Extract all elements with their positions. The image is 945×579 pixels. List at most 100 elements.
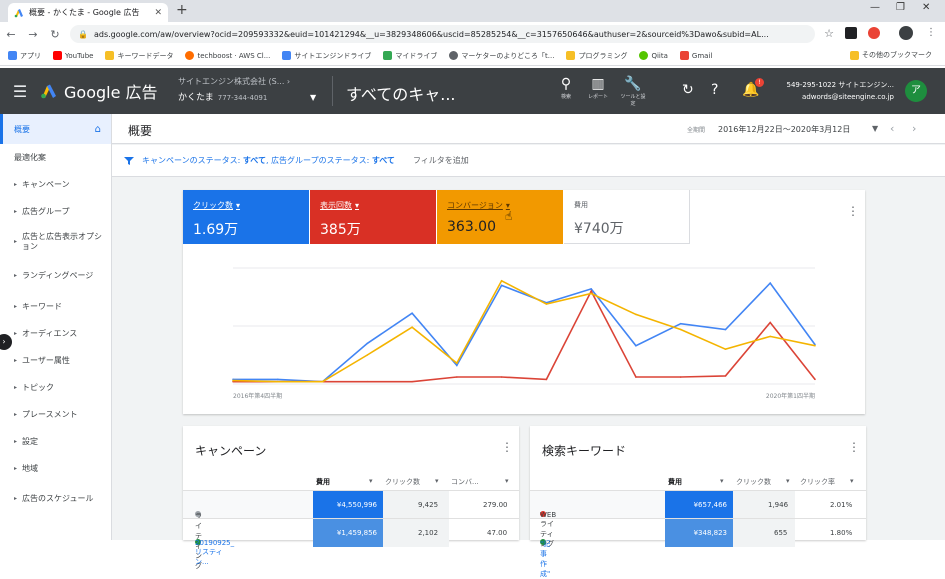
col-clicks[interactable]: クリック数 <box>385 477 420 487</box>
bookmark-keyword[interactable]: キーワードデータ <box>105 51 173 61</box>
prev-period-icon[interactable]: ‹ <box>890 122 894 135</box>
date-range-picker[interactable]: 2016年12月22日～2020年3月12日 <box>718 124 850 135</box>
hamburger-menu-icon[interactable]: ☰ <box>0 82 40 101</box>
profile-icon[interactable] <box>899 26 913 40</box>
account-caret-icon[interactable]: ▼ <box>310 93 316 102</box>
sort-icon[interactable]: ▾ <box>505 477 509 485</box>
sidebar-item-campaigns[interactable]: ▸ キャンペーン <box>0 171 111 198</box>
lock-icon[interactable]: 🔒 <box>78 30 88 39</box>
data-point <box>500 279 503 282</box>
sort-icon[interactable]: ▾ <box>850 477 854 485</box>
bookmark-youtube[interactable]: YouTube <box>53 51 93 60</box>
techboost-icon <box>185 51 195 60</box>
sidebar-item-adgroups[interactable]: ▸ 広告グループ <box>0 198 111 225</box>
tools-settings[interactable]: 🔧 ツールと設定 <box>619 76 647 107</box>
address-bar-row: ← → ↻ 🔒 ads.google.com/aw/overview?ocid=… <box>0 22 945 46</box>
refresh-icon[interactable]: ↻ <box>682 82 694 98</box>
sidebar-item-keywords[interactable]: ▸ キーワード <box>0 293 111 320</box>
table-row[interactable]: "記事 作成" ¥348,823 655 1.80% <box>530 518 866 578</box>
col-ctr[interactable]: クリック率 <box>800 477 835 487</box>
bookmark-marketer[interactable]: マーケターのよりどころ「t... <box>449 51 554 61</box>
metric-cost[interactable]: 費用 ¥740万 <box>564 190 690 244</box>
account-switcher[interactable]: サイトエンジン株式会社 (S... › かくたま 777-344-4091 <box>178 76 290 103</box>
extension-record-icon[interactable] <box>868 27 880 39</box>
bookmark-gmail[interactable]: Gmail <box>679 51 712 60</box>
maximize-icon[interactable]: ❐ <box>896 2 905 13</box>
wrench-icon: 🔧 <box>624 76 642 92</box>
bookmark-techboost[interactable]: techboost · AWS Cl... <box>185 51 270 60</box>
metric-clicks[interactable]: クリック数 ▾ 1.69万 <box>183 190 309 244</box>
tab-title: 概要 - かくたま - Google 広告 <box>29 8 140 17</box>
star-icon[interactable]: ☆ <box>818 27 840 40</box>
report-tool[interactable]: ▥ レポート <box>584 76 612 100</box>
sidebar-item-placements[interactable]: ▸ プレースメント <box>0 401 111 428</box>
new-tab-icon[interactable]: + <box>176 2 188 18</box>
sort-icon[interactable]: ▾ <box>435 477 439 485</box>
bookmark-mydrive[interactable]: マイドライブ <box>383 51 437 61</box>
col-conv[interactable]: コンバ... <box>451 477 479 487</box>
add-filter-button[interactable]: フィルタを追加 <box>413 155 469 166</box>
extension-icon[interactable] <box>845 27 857 39</box>
sidebar-item-topics[interactable]: ▸ トピック <box>0 374 111 401</box>
sidebar-item-ad-schedule[interactable]: ▸ 広告のスケジュール <box>0 482 111 516</box>
filter-icon[interactable] <box>124 156 134 166</box>
sort-icon[interactable]: ▾ <box>786 477 790 485</box>
clicks-cell: 9,425 <box>418 501 439 509</box>
close-tab-icon[interactable]: ✕ <box>154 8 162 18</box>
sidebar-item-landing-pages[interactable]: ▸ ランディングページ <box>0 259 111 293</box>
forward-icon[interactable]: → <box>22 28 44 41</box>
date-caret-icon[interactable]: ▼ <box>872 124 878 133</box>
metric-impressions[interactable]: 表示回数 ▾ 385万 <box>310 190 436 244</box>
sort-icon[interactable]: ▾ <box>369 477 373 485</box>
bookmark-apps[interactable]: アプリ <box>8 51 41 61</box>
search-tool[interactable]: ⚲ 検索 <box>552 76 580 100</box>
avatar[interactable]: ア <box>905 80 927 102</box>
row-bg <box>183 491 313 519</box>
sidebar-item-recommendations[interactable]: 最適化案 <box>0 144 111 171</box>
help-icon[interactable]: ? <box>711 82 718 98</box>
filter-status[interactable]: キャンペーンのステータス: すべて, 広告グループのステータス: すべて <box>142 155 395 166</box>
data-point <box>276 378 279 381</box>
minimize-icon[interactable]: — <box>870 2 880 13</box>
google-ads-logo[interactable]: Google 広告 <box>40 79 158 103</box>
close-window-icon[interactable]: ✕ <box>922 2 930 13</box>
drive-icon <box>282 51 292 60</box>
user-info[interactable]: 549-295-1022 サイトエンジン... adwords@siteengi… <box>768 80 895 101</box>
series-line-0 <box>233 281 816 383</box>
bookmark-qiita[interactable]: Qiita <box>639 51 668 60</box>
sort-icon[interactable]: ▾ <box>720 477 724 485</box>
more-vert-icon[interactable]: ⋮ <box>501 440 513 454</box>
next-period-icon[interactable]: › <box>912 122 916 135</box>
table-row[interactable]: WEB ライティング ¥657,466 1,946 2.01% <box>530 490 866 548</box>
metric-conversions[interactable]: コンバージョン ▾ 363.00 <box>437 190 563 244</box>
table-row[interactable]: 20190925_リスティン... ¥1,459,856 2,102 47.00 <box>183 518 519 566</box>
bookmark-drive-company[interactable]: サイトエンジンドライブ <box>282 51 371 61</box>
main-content: 概要 全期間 2016年12月22日～2020年3月12日 ▼ ‹ › キャンペ… <box>112 114 945 578</box>
table-row[interactable]: ライティング ¥4,550,996 9,425 279.00 <box>183 490 519 570</box>
data-point <box>590 290 592 292</box>
sidebar-item-overview[interactable]: 概要 ⌂ <box>0 114 111 144</box>
sidebar-item-locations[interactable]: ▸ 地域 <box>0 455 111 482</box>
col-cost[interactable]: 費用 <box>316 477 330 487</box>
more-vert-icon[interactable]: ⋮ <box>847 204 859 218</box>
sidebar-item-demographics[interactable]: ▸ ユーザー属性 <box>0 347 111 374</box>
col-cost[interactable]: 費用 <box>668 477 682 487</box>
col-clicks[interactable]: クリック数 <box>736 477 771 487</box>
bookmark-other[interactable]: その他のブックマーク <box>850 50 932 60</box>
sidebar-item-ads-extensions[interactable]: ▸ 広告と広告表示オプション <box>0 225 111 259</box>
more-vert-icon[interactable]: ⋮ <box>848 440 860 454</box>
back-icon[interactable]: ← <box>0 28 22 41</box>
filter-bar: キャンペーンのステータス: すべて, 広告グループのステータス: すべて フィル… <box>112 145 945 177</box>
bookmark-programming[interactable]: プログラミング <box>566 51 627 61</box>
browser-tab[interactable]: 概要 - かくたま - Google 広告 ✕ <box>8 3 168 22</box>
sidebar-item-audiences[interactable]: ▸ オーディエンス <box>0 320 111 347</box>
reload-icon[interactable]: ↻ <box>44 28 66 41</box>
sidebar-item-settings[interactable]: ▸ 設定 <box>0 428 111 455</box>
keywords-table: 費用 ▾ クリック数 ▾ クリック率 ▾ WEB ライティング ¥657,466… <box>530 472 866 578</box>
kebab-menu-icon[interactable]: ⋮ <box>926 27 936 38</box>
clicks-cell: 2,102 <box>418 529 439 537</box>
url-field[interactable]: 🔒 ads.google.com/aw/overview?ocid=209593… <box>70 25 815 43</box>
campaign-selector[interactable]: すべてのキャ... <box>346 81 456 105</box>
report-icon: ▥ <box>591 76 605 92</box>
browser-tab-bar: 概要 - かくたま - Google 広告 ✕ + — ❐ ✕ <box>0 0 945 22</box>
